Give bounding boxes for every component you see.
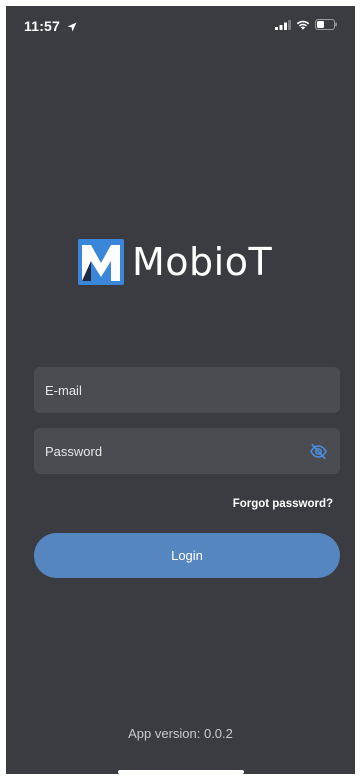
signal-icon: [275, 19, 291, 30]
status-time-text: 11:57: [24, 18, 61, 34]
wifi-icon: [296, 20, 310, 30]
status-time: 11:57: [24, 18, 77, 34]
home-indicator[interactable]: [118, 770, 244, 774]
eye-off-icon[interactable]: [309, 442, 328, 461]
app-name: MobioT: [132, 240, 273, 284]
mobiot-logo-mark: [78, 239, 124, 285]
email-field[interactable]: [34, 367, 340, 413]
status-icons: [275, 19, 337, 30]
app-version: App version: 0.0.2: [128, 726, 233, 741]
status-bar: 11:57: [6, 6, 355, 46]
forgot-password-link[interactable]: Forgot password?: [233, 498, 333, 510]
email-input[interactable]: [34, 367, 340, 413]
login-screen: 11:57 MobioT E-mail Forgot password? Log…: [6, 6, 355, 774]
location-arrow-icon: [67, 22, 77, 32]
password-input[interactable]: [34, 428, 340, 474]
battery-icon: [315, 19, 337, 30]
login-button[interactable]: Login: [34, 533, 340, 578]
password-field[interactable]: [34, 428, 340, 474]
app-logo: MobioT: [78, 239, 272, 285]
